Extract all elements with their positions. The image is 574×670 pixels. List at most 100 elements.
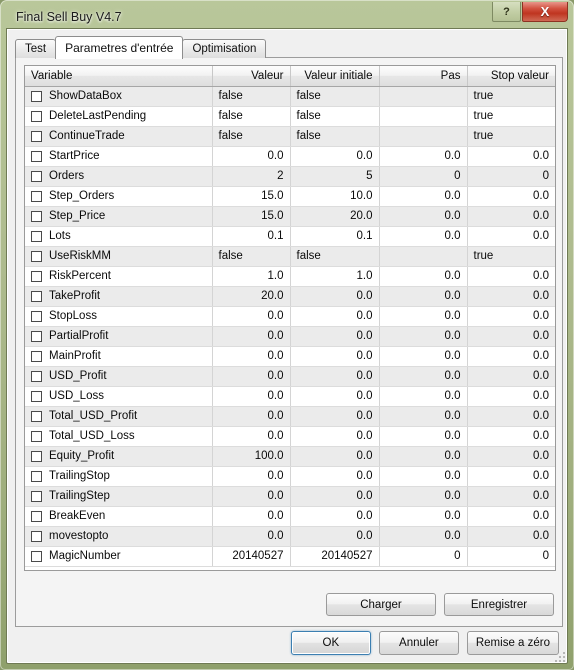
table-row[interactable]: DeleteLastPending false false true bbox=[25, 106, 555, 127]
cell-stop[interactable]: 0.0 bbox=[467, 346, 555, 367]
cell-stop[interactable]: 0.0 bbox=[467, 286, 555, 307]
row-checkbox[interactable] bbox=[31, 510, 42, 522]
parameters-table-container[interactable]: Variable Valeur Valeur initiale Pas Stop… bbox=[24, 65, 556, 571]
cell-stop[interactable]: 0.0 bbox=[467, 526, 555, 547]
row-checkbox[interactable] bbox=[31, 470, 42, 482]
column-header-valeur-initiale[interactable]: Valeur initiale bbox=[290, 66, 380, 87]
column-header-valeur[interactable]: Valeur bbox=[212, 66, 291, 87]
cell-value[interactable]: 0.0 bbox=[212, 326, 291, 347]
cell-step[interactable]: 0 bbox=[379, 166, 468, 187]
cell-stop[interactable]: 0.0 bbox=[467, 466, 555, 487]
close-icon[interactable]: X bbox=[522, 2, 568, 22]
table-row[interactable]: TrailingStep 0.0 0.0 0.0 0.0 bbox=[25, 486, 555, 507]
cell-stop[interactable]: 0.0 bbox=[467, 406, 555, 427]
cell-initial[interactable]: 0.0 bbox=[290, 346, 380, 367]
cell-stop[interactable]: 0.0 bbox=[467, 366, 555, 387]
row-checkbox[interactable] bbox=[31, 190, 42, 202]
column-header-pas[interactable]: Pas bbox=[379, 66, 468, 87]
table-row[interactable]: StopLoss 0.0 0.0 0.0 0.0 bbox=[25, 306, 555, 327]
cell-stop[interactable]: true bbox=[467, 106, 555, 127]
tab-test[interactable]: Test bbox=[15, 39, 57, 58]
cell-initial[interactable]: false bbox=[290, 126, 380, 147]
cell-value[interactable]: 0.0 bbox=[212, 346, 291, 367]
row-checkbox[interactable] bbox=[31, 210, 42, 222]
cell-initial[interactable]: 0.0 bbox=[290, 386, 380, 407]
cell-step[interactable]: 0.0 bbox=[379, 406, 468, 427]
cancel-button[interactable]: Annuler bbox=[378, 631, 459, 655]
cell-step[interactable]: 0.0 bbox=[379, 486, 468, 507]
cell-stop[interactable]: true bbox=[467, 86, 555, 107]
table-row[interactable]: USD_Profit 0.0 0.0 0.0 0.0 bbox=[25, 366, 555, 387]
table-row[interactable]: BreakEven 0.0 0.0 0.0 0.0 bbox=[25, 506, 555, 527]
cell-step[interactable] bbox=[379, 86, 468, 107]
cell-value[interactable]: 0.0 bbox=[212, 466, 291, 487]
cell-value[interactable]: false bbox=[212, 86, 291, 107]
row-checkbox[interactable] bbox=[31, 150, 42, 162]
cell-value[interactable]: 0.0 bbox=[212, 366, 291, 387]
help-icon[interactable]: ? bbox=[492, 2, 521, 22]
cell-initial[interactable]: 0.0 bbox=[290, 286, 380, 307]
cell-value[interactable]: 0.1 bbox=[212, 226, 291, 247]
cell-value[interactable]: 0.0 bbox=[212, 486, 291, 507]
cell-stop[interactable]: 0.0 bbox=[467, 326, 555, 347]
cell-step[interactable]: 0.0 bbox=[379, 466, 468, 487]
table-row[interactable]: StartPrice 0.0 0.0 0.0 0.0 bbox=[25, 146, 555, 167]
tab-optimisation[interactable]: Optimisation bbox=[182, 39, 267, 58]
row-checkbox[interactable] bbox=[31, 550, 42, 562]
cell-step[interactable]: 0.0 bbox=[379, 366, 468, 387]
enregistrer-button[interactable]: Enregistrer bbox=[444, 593, 554, 616]
cell-initial[interactable]: 10.0 bbox=[290, 186, 380, 207]
cell-stop[interactable]: 0.0 bbox=[467, 306, 555, 327]
cell-step[interactable]: 0.0 bbox=[379, 386, 468, 407]
cell-stop[interactable]: 0.0 bbox=[467, 386, 555, 407]
cell-step[interactable]: 0.0 bbox=[379, 346, 468, 367]
row-checkbox[interactable] bbox=[31, 170, 42, 182]
row-checkbox[interactable] bbox=[31, 310, 42, 322]
charger-button[interactable]: Charger bbox=[326, 593, 436, 616]
cell-value[interactable]: 0.0 bbox=[212, 526, 291, 547]
cell-step[interactable] bbox=[379, 246, 468, 267]
cell-initial[interactable]: false bbox=[290, 246, 380, 267]
cell-value[interactable]: 15.0 bbox=[212, 186, 291, 207]
cell-value[interactable]: false bbox=[212, 106, 291, 127]
cell-initial[interactable]: 0.0 bbox=[290, 306, 380, 327]
cell-stop[interactable]: 0.0 bbox=[467, 446, 555, 467]
table-row[interactable]: Orders 2 5 0 0 bbox=[25, 166, 555, 187]
cell-initial[interactable]: 0.0 bbox=[290, 406, 380, 427]
table-row[interactable]: Step_Price 15.0 20.0 0.0 0.0 bbox=[25, 206, 555, 227]
cell-step[interactable]: 0.0 bbox=[379, 506, 468, 527]
cell-stop[interactable]: 0 bbox=[467, 546, 555, 567]
cell-stop[interactable]: 0.0 bbox=[467, 186, 555, 207]
cell-step[interactable]: 0.0 bbox=[379, 446, 468, 467]
row-checkbox[interactable] bbox=[31, 450, 42, 462]
row-checkbox[interactable] bbox=[31, 490, 42, 502]
cell-stop[interactable]: 0.0 bbox=[467, 486, 555, 507]
row-checkbox[interactable] bbox=[31, 270, 42, 282]
cell-step[interactable]: 0 bbox=[379, 546, 468, 567]
row-checkbox[interactable] bbox=[31, 390, 42, 402]
cell-value[interactable]: 0.0 bbox=[212, 146, 291, 167]
cell-value[interactable]: 15.0 bbox=[212, 206, 291, 227]
cell-step[interactable] bbox=[379, 126, 468, 147]
row-checkbox[interactable] bbox=[31, 530, 42, 542]
cell-value[interactable]: false bbox=[212, 246, 291, 267]
ok-button[interactable]: OK bbox=[290, 631, 371, 655]
table-row[interactable]: movestopto 0.0 0.0 0.0 0.0 bbox=[25, 526, 555, 547]
cell-value[interactable]: 100.0 bbox=[212, 446, 291, 467]
row-checkbox[interactable] bbox=[31, 290, 42, 302]
cell-step[interactable]: 0.0 bbox=[379, 526, 468, 547]
cell-initial[interactable]: 0.0 bbox=[290, 426, 380, 447]
table-row[interactable]: MainProfit 0.0 0.0 0.0 0.0 bbox=[25, 346, 555, 367]
cell-initial[interactable]: 0.1 bbox=[290, 226, 380, 247]
cell-stop[interactable]: 0.0 bbox=[467, 266, 555, 287]
cell-step[interactable]: 0.0 bbox=[379, 206, 468, 227]
cell-stop[interactable]: 0.0 bbox=[467, 226, 555, 247]
column-header-stop-valeur[interactable]: Stop valeur bbox=[467, 66, 555, 87]
column-header-variable[interactable]: Variable bbox=[25, 66, 213, 87]
cell-step[interactable] bbox=[379, 106, 468, 127]
table-row[interactable]: ContinueTrade false false true bbox=[25, 126, 555, 147]
cell-step[interactable]: 0.0 bbox=[379, 286, 468, 307]
cell-value[interactable]: 2 bbox=[212, 166, 291, 187]
title-bar[interactable]: Final Sell Buy V4.7 ? X bbox=[6, 2, 568, 28]
cell-initial[interactable]: false bbox=[290, 106, 380, 127]
